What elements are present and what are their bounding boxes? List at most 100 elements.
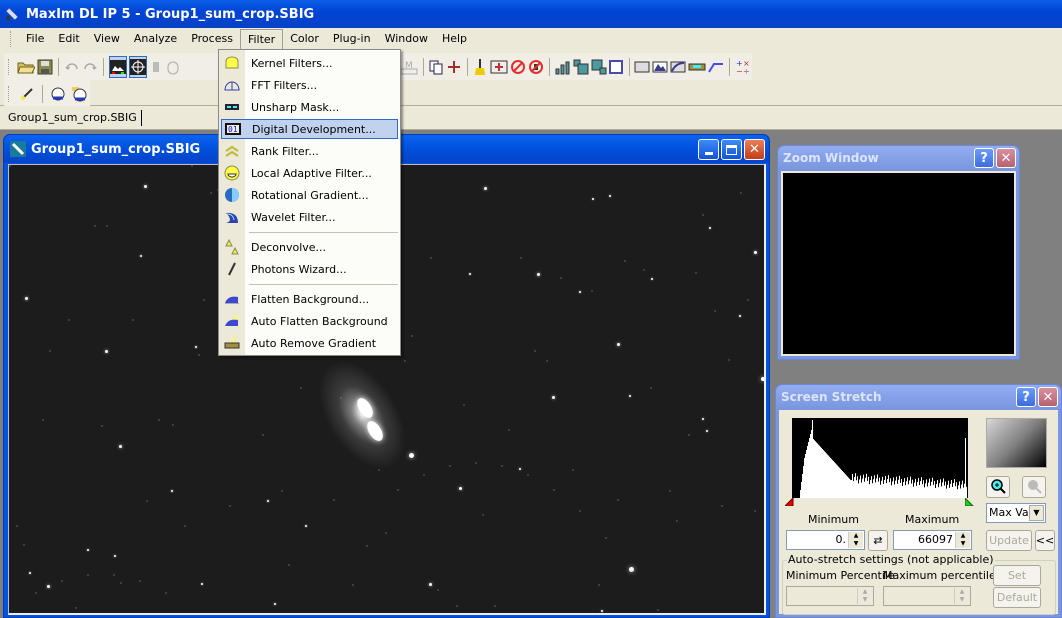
histogram-bar [841,469,842,498]
zoom-help-button[interactable]: ? [974,148,994,168]
open-folder-icon[interactable] [17,56,36,78]
update-button[interactable]: Update [986,530,1032,551]
menu-filter[interactable]: Filter [239,29,284,49]
no-column-icon[interactable] [528,56,544,78]
brush-icon[interactable] [473,56,488,78]
set-button[interactable]: Set [993,565,1041,586]
max-percentile-spinner[interactable]: ▲ ▼ [954,588,969,604]
maximize-button[interactable] [721,139,742,160]
ruler-m-icon[interactable]: M [400,56,418,78]
min-percentile-input[interactable]: ▲ ▼ [786,586,874,606]
histogram-bar [910,476,911,498]
stretch-mode-value: Max Val [989,506,1032,519]
max-slider-handle[interactable] [965,498,975,506]
telescope-app-icon [4,6,20,22]
menu-item-kernel-filters[interactable]: Kernel Filters... [221,53,398,73]
globe-folder-icon[interactable] [70,83,89,105]
toolbar-grip[interactable] [8,58,10,75]
menu-help[interactable]: Help [435,29,474,49]
menu-item-unsharp-mask[interactable]: Unsharp Mask... [221,97,398,117]
zoom-view[interactable] [783,173,1014,354]
collapse-button[interactable]: << [1035,530,1055,551]
histogram-icon[interactable] [555,56,571,78]
menu-color[interactable]: Color [283,29,326,49]
menu-view[interactable]: View [87,29,127,49]
minimize-button[interactable] [698,139,719,160]
histogram[interactable] [792,418,968,498]
max-percentile-input[interactable]: ▲ ▼ [883,586,971,606]
menu-process[interactable]: Process [184,29,240,49]
curve-box-icon[interactable] [670,56,686,78]
tab-group1-sum-crop[interactable]: Group1_sum_crop.SBIG [4,110,142,126]
swap-min-max-button[interactable]: ⇄ [868,530,888,551]
histogram-shape-icon[interactable] [652,56,668,78]
menubar-grip[interactable] [10,31,13,47]
menu-window[interactable]: Window [378,29,435,49]
menu-analyze[interactable]: Analyze [127,29,184,49]
menu-item-label: Auto Flatten Background [251,314,388,328]
zoom-close-button[interactable]: ✕ [996,148,1016,168]
hand-icon[interactable] [149,56,164,78]
arithmetic-icon[interactable]: + × − ÷ [735,56,751,78]
stretch-mode-select[interactable]: Max Val ▼ [986,503,1046,523]
maximum-input[interactable]: 66097 ▲ ▼ [893,530,972,550]
screen-stretch-icon[interactable] [108,55,127,78]
histogram-bar [901,478,902,498]
curve-line-icon[interactable] [708,56,724,78]
menu-item-wavelet-filter[interactable]: Wavelet Filter... [221,207,398,227]
min-percentile-spinner[interactable]: ▲ ▼ [857,588,872,604]
minimum-input[interactable]: 0. ▲ ▼ [786,530,865,550]
menu-edit[interactable]: Edit [51,29,86,49]
histogram-bar [938,487,939,498]
globe-icon[interactable] [48,83,67,105]
save-icon[interactable] [37,56,53,78]
svg-text:01: 01 [228,125,238,134]
menu-item-flatten-background[interactable]: Flatten Background... [221,289,398,309]
mouse-icon[interactable] [166,56,181,78]
menu-item-auto-flatten-background[interactable]: Auto Flatten Background [221,311,398,331]
faint-star [75,607,77,609]
histogram-bar [840,468,841,498]
star [409,453,414,458]
remove-hot-pixel-icon[interactable] [490,56,508,78]
minimum-spinner[interactable]: ▲ ▼ [848,532,863,548]
stretch-close-button[interactable]: ✕ [1038,387,1058,407]
close-button[interactable]: ✕ [744,139,765,160]
crosshair-icon[interactable] [128,55,147,78]
copy-icon[interactable] [428,56,444,78]
menu-item-local-adaptive-filter[interactable]: Local Adaptive Filter... [221,163,398,183]
bin-up-icon[interactable] [573,56,589,78]
default-button[interactable]: Default [993,587,1041,608]
level-icon[interactable] [688,56,706,78]
histogram-bar [944,485,945,498]
menu-item-rank-filter[interactable]: Rank Filter... [221,141,398,161]
histogram-bar [921,477,922,498]
no-bloom-icon[interactable] [510,56,526,78]
histogram-bar [827,454,828,498]
maximum-spinner[interactable]: ▲ ▼ [955,532,970,548]
menu-item-label: Auto Remove Gradient [251,336,377,350]
frame-icon[interactable] [609,56,624,78]
toolbar-separator [42,84,44,103]
zoom-in-histogram-button[interactable] [986,476,1010,498]
menu-item-photons-wizard[interactable]: Photons Wizard... [221,259,398,279]
menu-item-rotational-gradient[interactable]: Rotational Gradient... [221,185,398,205]
zoom-in-icon [990,478,1006,497]
undo-icon[interactable] [64,56,80,78]
gradient-box-icon[interactable] [634,56,650,78]
wand-icon[interactable] [18,83,37,105]
zoom-out-histogram-button[interactable] [1022,476,1046,498]
toolbar-grip[interactable] [8,85,11,102]
menu-item-deconvolve[interactable]: Deconvolve... [221,237,398,257]
stretch-help-button[interactable]: ? [1016,387,1036,407]
min-slider-handle[interactable] [785,498,795,506]
menu-item-fft-filters[interactable]: FFT Filters... [221,75,398,95]
menu-item-auto-remove-gradient[interactable]: Auto Remove Gradient [221,333,398,353]
menu-plugin[interactable]: Plug-in [326,29,378,49]
menu-item-digital-development[interactable]: 01 Digital Development... [221,119,398,139]
redo-icon[interactable] [82,56,98,78]
menu-file[interactable]: File [19,29,51,49]
bin-down-icon[interactable] [591,56,607,78]
plus-icon[interactable] [446,56,462,78]
star [739,315,741,317]
